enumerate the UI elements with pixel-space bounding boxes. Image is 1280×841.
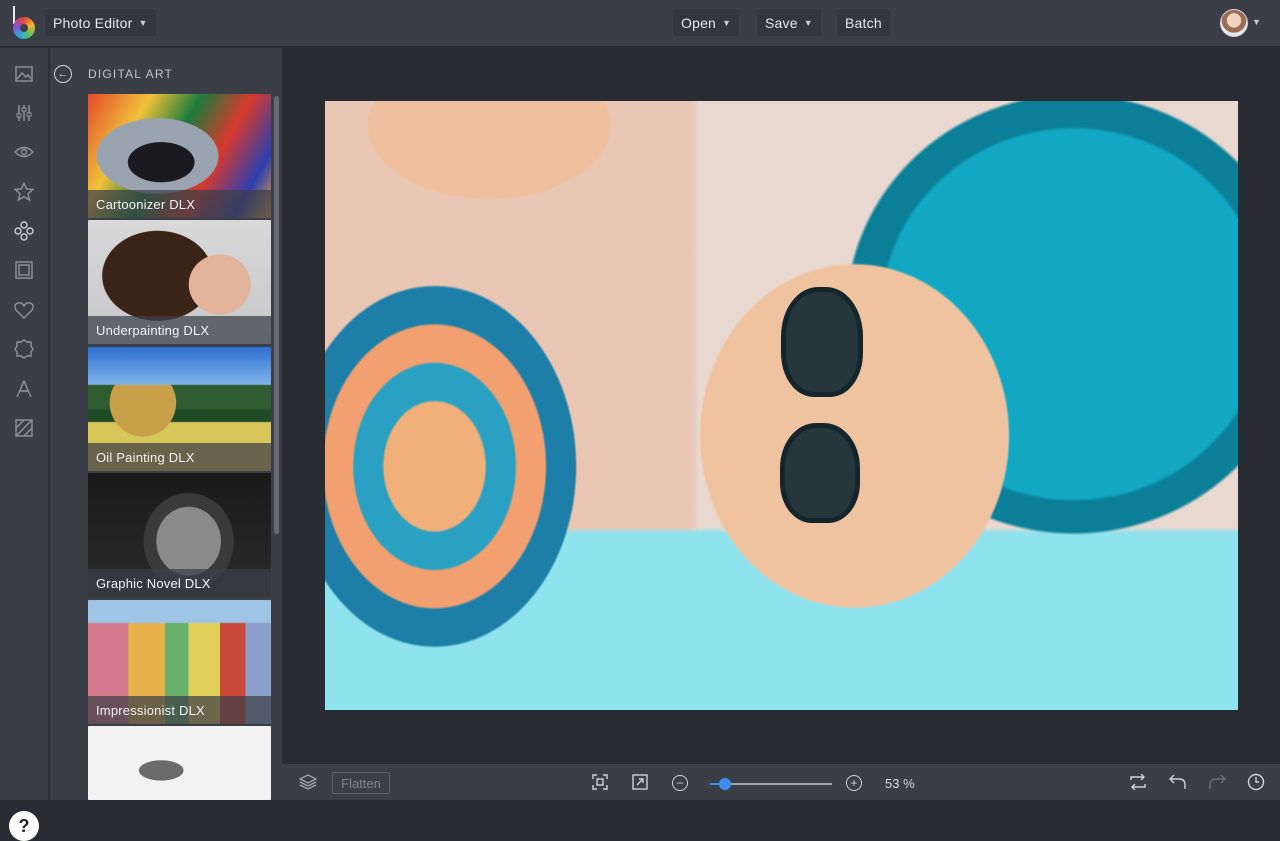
panel-title: DIGITAL ART xyxy=(88,67,173,81)
sliders-icon[interactable] xyxy=(12,101,36,125)
redo-icon[interactable] xyxy=(1207,772,1227,792)
help-button[interactable]: ? xyxy=(9,811,39,841)
star-icon[interactable] xyxy=(12,180,36,204)
app-switcher-label: Photo Editor xyxy=(53,14,133,31)
compare-swap-icon[interactable] xyxy=(1128,772,1148,792)
history-clock-icon[interactable] xyxy=(1246,772,1266,792)
chevron-down-icon: ▼ xyxy=(803,17,813,28)
zoom-slider[interactable] xyxy=(710,778,832,790)
tool-rail: ? xyxy=(0,48,49,841)
effect-label: Underpainting DLX xyxy=(88,316,271,344)
effects-icon[interactable] xyxy=(12,219,36,243)
sunglasses-lens xyxy=(780,423,860,523)
avatar[interactable] xyxy=(1220,9,1248,37)
zoom-slider-handle[interactable] xyxy=(718,778,731,790)
chevron-down-icon: ▼ xyxy=(138,17,148,28)
open-label: Open xyxy=(681,14,717,31)
logo-color-wheel xyxy=(13,17,35,39)
text-icon[interactable] xyxy=(12,377,36,401)
zoom-level-label: 53 % xyxy=(885,776,915,791)
effect-label: Impressionist DLX xyxy=(88,696,271,724)
open-button[interactable]: Open ▼ xyxy=(673,9,740,36)
frame-icon[interactable] xyxy=(12,258,36,282)
batch-button[interactable]: Batch xyxy=(837,9,890,36)
effect-thumbnail-impressionist[interactable]: Impressionist DLX xyxy=(88,600,271,724)
zoom-in-button[interactable]: + xyxy=(846,775,862,791)
effect-label: Graphic Novel DLX xyxy=(88,569,271,597)
app-switcher-button[interactable]: Photo Editor ▼ xyxy=(45,9,156,36)
effect-label: Cartoonizer DLX xyxy=(88,190,271,218)
chevron-down-icon: ▼ xyxy=(722,17,732,28)
texture-icon[interactable] xyxy=(12,416,36,440)
fit-to-screen-icon[interactable] xyxy=(590,772,610,792)
effect-thumbnail-sketch[interactable] xyxy=(88,726,271,800)
effect-preview-image xyxy=(88,726,271,800)
layers-icon[interactable] xyxy=(298,772,318,792)
sunglasses-lens xyxy=(781,287,863,397)
chevron-down-icon[interactable]: ▼ xyxy=(1252,17,1261,27)
effect-thumbnail-cartoonizer[interactable]: Cartoonizer DLX xyxy=(88,94,271,218)
panel-scrollbar[interactable] xyxy=(274,96,279,534)
flatten-button[interactable]: Flatten xyxy=(332,772,390,794)
save-label: Save xyxy=(765,14,798,31)
save-button[interactable]: Save ▼ xyxy=(757,9,821,36)
effect-thumbnail-oil-painting[interactable]: Oil Painting DLX xyxy=(88,347,271,471)
heart-icon[interactable] xyxy=(12,298,36,322)
effects-panel: ← DIGITAL ART Cartoonizer DLX Underpaint… xyxy=(50,48,282,800)
eye-icon[interactable] xyxy=(12,140,36,164)
effect-thumbnail-underpainting[interactable]: Underpainting DLX xyxy=(88,220,271,344)
batch-label: Batch xyxy=(845,14,882,31)
image-icon[interactable] xyxy=(12,62,36,86)
effect-thumbnail-graphic-novel[interactable]: Graphic Novel DLX xyxy=(88,473,271,597)
photo-canvas[interactable] xyxy=(325,101,1238,710)
undo-icon[interactable] xyxy=(1168,772,1188,792)
app-logo[interactable] xyxy=(10,6,38,39)
top-bar: Photo Editor ▼ Open ▼ Save ▼ Batch ▼ xyxy=(0,0,1280,47)
badge-icon[interactable] xyxy=(12,337,36,361)
actual-size-icon[interactable] xyxy=(630,772,650,792)
bottom-toolbar: Flatten − + 53 % xyxy=(282,764,1280,800)
zoom-out-button[interactable]: − xyxy=(672,775,688,791)
back-arrow-icon[interactable]: ← xyxy=(54,65,72,83)
effect-label: Oil Painting DLX xyxy=(88,443,271,471)
